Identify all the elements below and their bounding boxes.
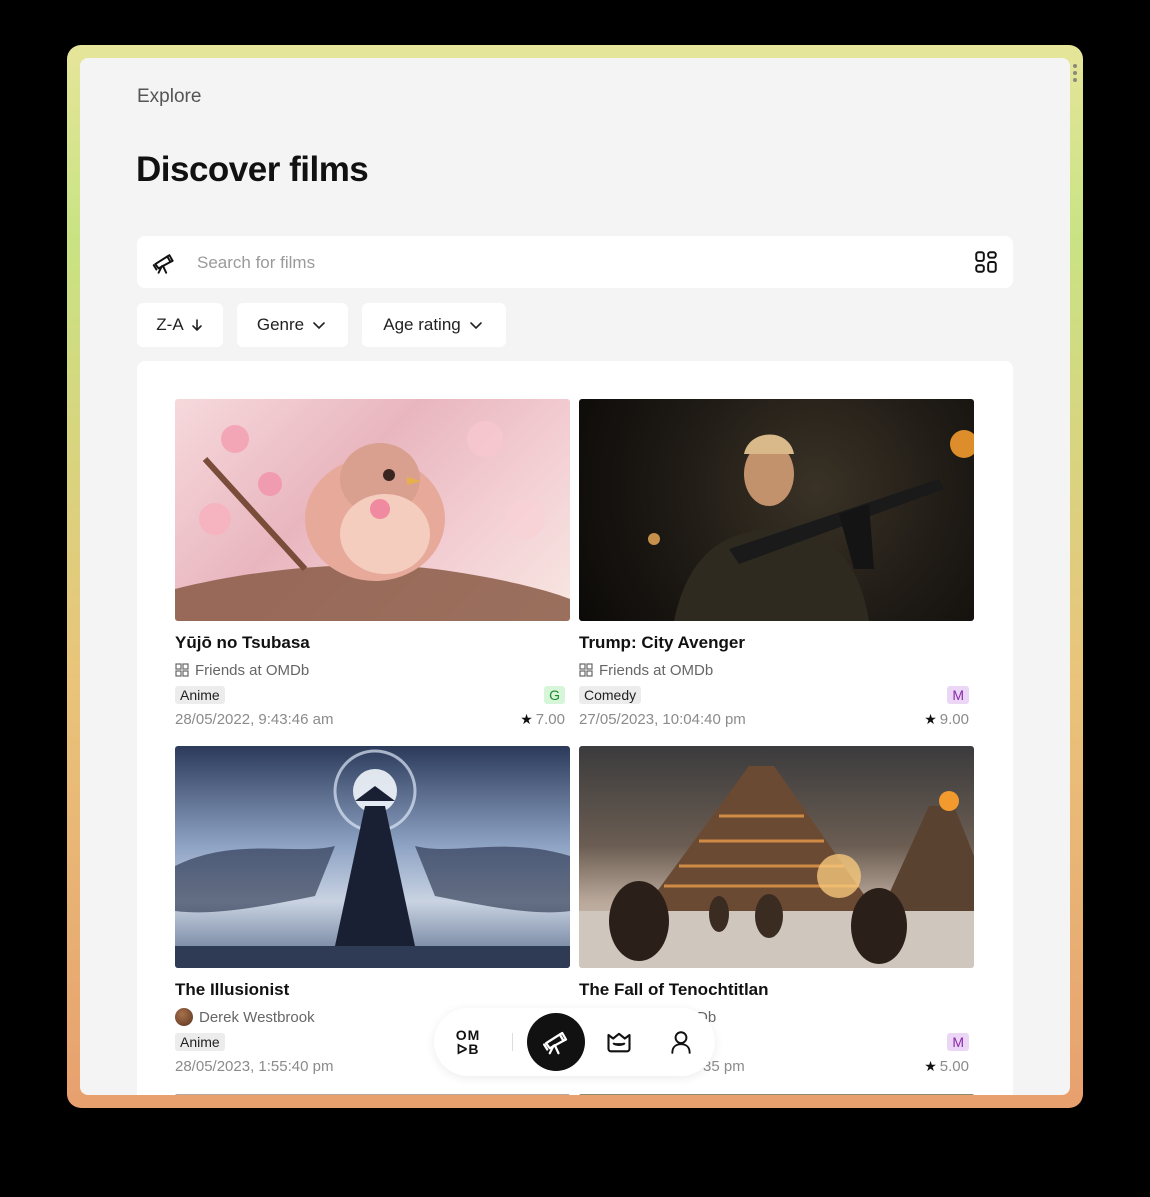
omdb-icon — [175, 663, 189, 677]
film-title: Trump: City Avenger — [579, 633, 745, 652]
illusionist-illustration — [175, 749, 570, 968]
film-rating: ★ 9.00 — [924, 711, 969, 728]
film-source-label: Derek Westbrook — [199, 1008, 315, 1026]
film-date: 28/05/2022, 9:43:46 am — [175, 710, 334, 728]
page-title: Discover films — [136, 150, 369, 189]
film-source: Friends at OMDb — [175, 661, 570, 679]
film-date: 28/05/2023, 1:55:40 pm — [175, 1057, 334, 1075]
genre-dropdown[interactable]: Genre — [237, 303, 348, 347]
film-card-partial[interactable] — [175, 1094, 570, 1095]
telescope-icon — [152, 254, 174, 274]
explore-button[interactable] — [527, 1013, 585, 1071]
rating-value: 9.00 — [939, 710, 969, 728]
sort-button[interactable]: Z-A — [137, 303, 223, 347]
film-source: Friends at OMDb — [579, 661, 974, 679]
film-card[interactable]: Trump: City Avenger Friends at OMDb Come… — [579, 399, 974, 729]
film-title: Yūjō no Tsubasa — [175, 633, 310, 652]
user-avatar — [175, 1008, 193, 1026]
search-bar — [137, 236, 1013, 288]
genre-tag[interactable]: Anime — [175, 1033, 225, 1051]
age-rating-badge: M — [947, 1033, 969, 1051]
arrow-down-icon — [191, 319, 202, 332]
genre-label: Genre — [256, 315, 305, 334]
film-card-partial[interactable] — [579, 1094, 974, 1095]
film-title: The Fall of Tenochtitlan — [579, 980, 769, 999]
bottom-dock: OM ᐅB — [434, 1008, 715, 1076]
telescope-icon — [543, 1031, 568, 1055]
omdb-home-button[interactable]: OM ᐅB — [444, 1018, 492, 1066]
omdb-logo-icon: OM ᐅB — [455, 1027, 481, 1057]
age-rating-badge: G — [544, 686, 565, 704]
age-rating-dropdown[interactable]: Age rating — [362, 303, 506, 347]
genre-tag[interactable]: Comedy — [579, 686, 642, 704]
genre-tag[interactable]: Anime — [175, 686, 225, 704]
cinema-button[interactable] — [595, 1018, 643, 1066]
film-poster — [175, 746, 570, 968]
search-input[interactable] — [195, 248, 939, 278]
film-source-label: Friends at OMDb — [195, 661, 310, 679]
breadcrumb: Explore — [137, 86, 202, 107]
film-poster — [579, 746, 974, 968]
chevron-down-icon — [313, 322, 325, 330]
chevron-down-icon — [469, 322, 482, 330]
film-card[interactable]: Yūjō no Tsubasa Friends at OMDb Anime G … — [175, 399, 570, 729]
sort-label: Z-A — [156, 315, 184, 334]
rating-value: 5.00 — [939, 1057, 969, 1075]
profile-button[interactable] — [657, 1018, 705, 1066]
star-icon: ★ — [924, 1057, 937, 1074]
drag-handle[interactable] — [1073, 64, 1079, 85]
film-date: 27/05/2023, 10:04:40 pm — [579, 710, 746, 728]
action-scene-illustration — [648, 430, 974, 621]
film-rating: ★ 5.00 — [924, 1058, 969, 1075]
user-icon — [671, 1031, 691, 1054]
dock-divider — [512, 1033, 513, 1051]
pyramid-battle-illustration — [579, 766, 974, 968]
rating-value: 7.00 — [535, 710, 565, 728]
film-grid: Yūjō no Tsubasa Friends at OMDb Anime G … — [137, 361, 1013, 1095]
age-rating-label: Age rating — [383, 315, 461, 334]
film-source-label: Friends at OMDb — [599, 661, 714, 679]
grid-view-icon[interactable] — [973, 248, 999, 276]
film-poster — [175, 399, 570, 621]
age-rating-badge: M — [947, 686, 969, 704]
star-icon: ★ — [520, 710, 533, 727]
star-icon: ★ — [924, 710, 937, 727]
omdb-icon — [579, 663, 593, 677]
film-poster — [579, 399, 974, 621]
theater-icon — [607, 1032, 631, 1053]
bird-illustration — [175, 421, 570, 621]
film-rating: ★ 7.00 — [520, 711, 565, 728]
film-title: The Illusionist — [175, 980, 290, 999]
app-window: Explore Discover films Z-A Genre Age rat… — [80, 58, 1070, 1095]
